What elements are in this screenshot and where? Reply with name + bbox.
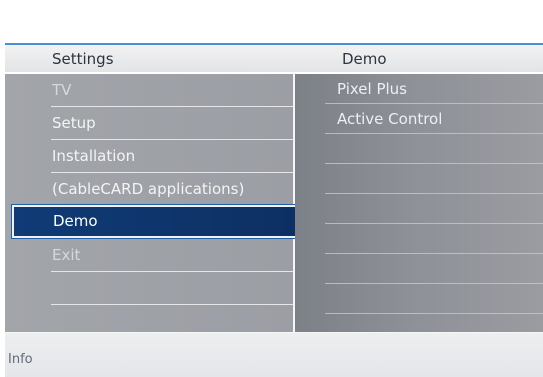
submenu-divider xyxy=(325,313,543,314)
menu-item-label: Exit xyxy=(52,246,81,264)
menu-item-setup[interactable]: Setup xyxy=(5,107,293,140)
menu-item-label: (CableCARD applications) xyxy=(52,180,245,198)
page-title: Settings xyxy=(52,50,114,68)
menu-item-label: TV xyxy=(52,81,72,99)
menu-item-tv[interactable]: TV xyxy=(5,74,293,107)
menu-item-cablecard[interactable]: (CableCARD applications) xyxy=(5,173,293,206)
settings-menu: TV Setup Installation (CableCARD applica… xyxy=(5,74,295,332)
info-footer: Info xyxy=(5,332,543,377)
menu-item-installation[interactable]: Installation xyxy=(5,140,293,173)
menu-item-label: Installation xyxy=(52,147,136,165)
info-label: Info xyxy=(8,352,33,367)
menu-header: Settings Demo xyxy=(5,45,543,72)
menu-item-label: Setup xyxy=(52,114,96,132)
demo-submenu: Pixel Plus Active Control xyxy=(295,74,543,332)
submenu-item-pixel-plus[interactable]: Pixel Plus xyxy=(295,74,543,104)
submenu-empty-row xyxy=(295,194,543,224)
submenu-empty-row xyxy=(295,164,543,194)
menu-empty-row xyxy=(5,272,293,305)
screen-top-area xyxy=(0,0,543,43)
submenu-empty-row xyxy=(295,254,543,284)
submenu-empty-row xyxy=(295,224,543,254)
submenu-empty-row xyxy=(295,134,543,164)
submenu-item-label: Pixel Plus xyxy=(337,80,407,98)
menu-item-label: Demo xyxy=(53,212,98,230)
submenu-empty-row xyxy=(295,284,543,314)
submenu-item-label: Active Control xyxy=(337,110,443,128)
menu-item-exit[interactable]: Exit xyxy=(5,239,293,272)
submenu-item-active-control[interactable]: Active Control xyxy=(295,104,543,134)
submenu-title: Demo xyxy=(342,50,387,68)
menu-item-demo-selected[interactable]: Demo xyxy=(12,205,302,238)
